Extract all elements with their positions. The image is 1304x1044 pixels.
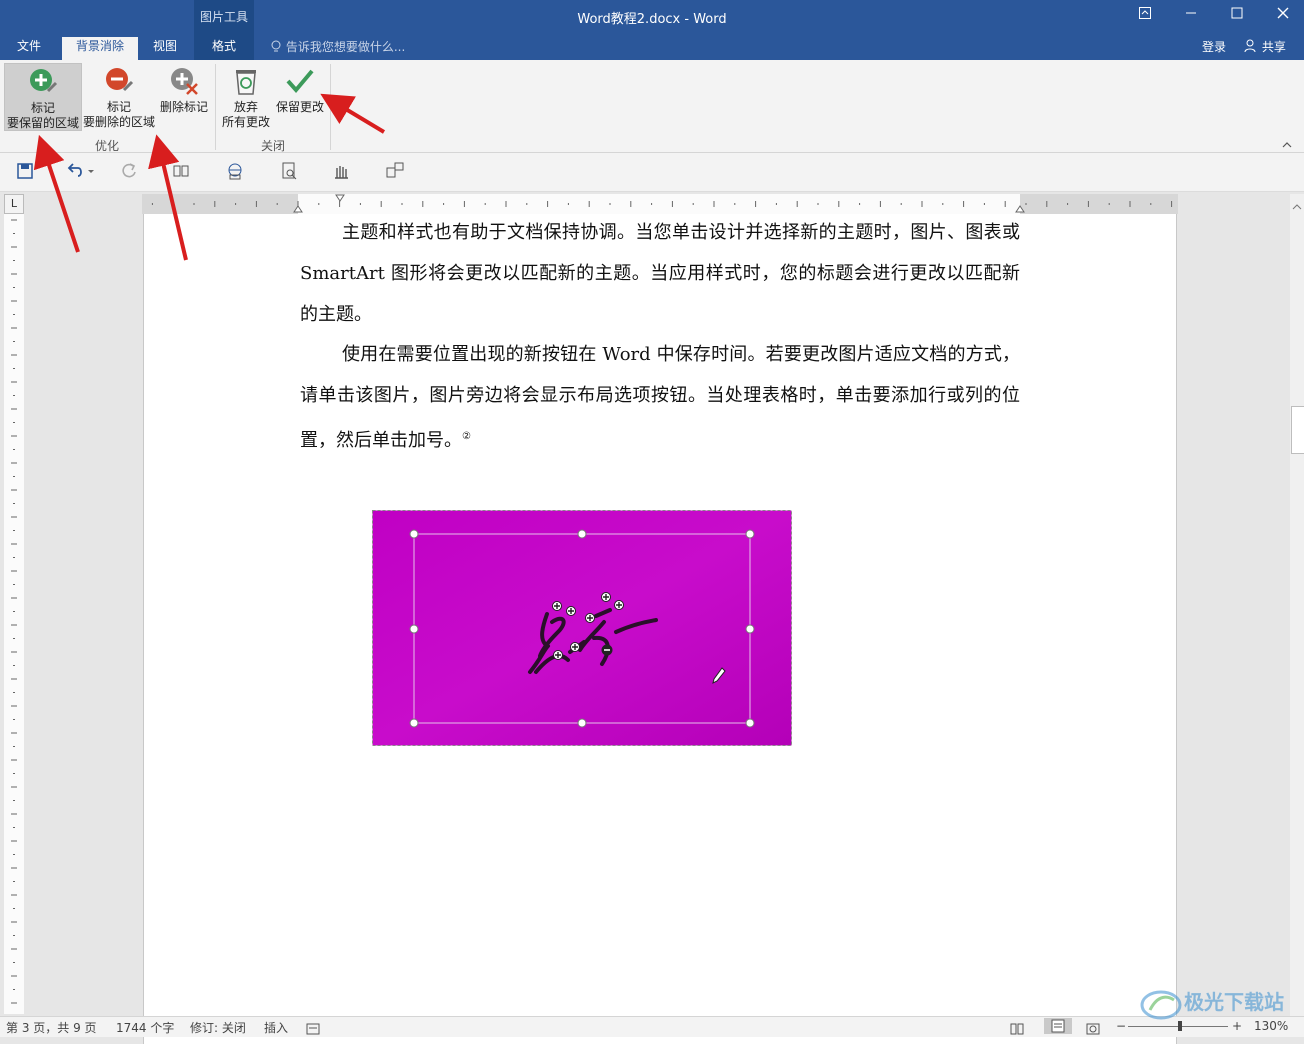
undo-icon[interactable] <box>64 160 94 184</box>
group-separator <box>330 64 331 150</box>
watermark-logo-icon <box>1140 990 1182 1020</box>
delete-mark-icon <box>171 68 198 95</box>
vertical-ruler-ticks <box>11 219 17 1004</box>
read-mode-view-icon[interactable] <box>1010 1020 1024 1039</box>
share-button[interactable]: 共享 <box>1244 38 1286 55</box>
tab-selector[interactable]: L <box>4 194 24 214</box>
tell-me-placeholder: 告诉我您想要做什么... <box>285 40 406 54</box>
mark-remove-line1: 标记 <box>106 100 131 114</box>
track-changes-status[interactable]: 修订: 关闭 <box>190 1019 246 1036</box>
delete-mark-button[interactable]: 删除标记 <box>158 63 210 129</box>
vertical-scrollbar[interactable] <box>1290 194 1304 1016</box>
recycle-bin-icon <box>236 70 256 95</box>
mark-keep-line2: 要保留的区域 <box>6 116 79 130</box>
page-count[interactable]: 第 3 页，共 9 页 <box>6 1019 97 1036</box>
scroll-up-icon[interactable] <box>1292 196 1302 215</box>
delete-mark-label: 删除标记 <box>159 100 208 114</box>
paragraph-2-text: 使用在需要位置出现的新按钮在 Word 中保存时间。若要更改图片适应文档的方式，… <box>300 344 1020 451</box>
close-icon[interactable] <box>1268 6 1298 26</box>
touch-mode-icon[interactable] <box>330 160 354 184</box>
macro-icon[interactable] <box>306 1020 320 1039</box>
share-label: 共享 <box>1261 40 1286 54</box>
mark-remove-line2: 要删除的区域 <box>82 115 155 129</box>
footnote-mark: ② <box>462 431 471 442</box>
watermark-text: 极光下载站 <box>1184 990 1284 1014</box>
window-title: Word教程2.docx - Word <box>577 12 727 27</box>
keep-changes-label: 保留更改 <box>275 100 324 114</box>
tell-me-box[interactable]: 告诉我您想要做什么... <box>270 38 405 55</box>
first-line-indent-marker <box>335 194 345 202</box>
customize-icon[interactable] <box>384 160 408 184</box>
scroll-thumb[interactable] <box>1291 406 1304 454</box>
mark-remove-icon <box>106 68 134 92</box>
area-markers <box>552 592 624 660</box>
read-mode-icon[interactable] <box>170 160 194 184</box>
checkmark-icon <box>286 69 314 94</box>
paragraph-1[interactable]: 主题和样式也有助于文档保持协调。当您单击设计并选择新的主题时，图片、图表或 Sm… <box>300 212 1020 335</box>
tab-format[interactable]: 格式 <box>200 37 248 60</box>
discard-line2: 所有更改 <box>221 115 270 129</box>
tab-file[interactable]: 文件 <box>8 37 50 60</box>
tab-background-removal[interactable]: 背景消除 <box>62 37 138 60</box>
person-icon <box>1244 39 1262 54</box>
discard-all-changes-button[interactable]: 放弃 所有更改 <box>220 63 272 129</box>
quick-access-toolbar <box>0 153 1304 192</box>
minimize-icon[interactable] <box>1176 6 1206 26</box>
watermark: 极光下载站 <box>1140 982 1290 1026</box>
discard-line1: 放弃 <box>233 100 258 114</box>
web-layout-icon[interactable] <box>224 160 248 184</box>
group-label-refine: 优化 <box>94 139 119 153</box>
mark-keep-line1: 标记 <box>30 101 55 115</box>
mark-areas-to-remove-button[interactable]: 标记 要删除的区域 <box>82 63 156 129</box>
print-layout-view-icon[interactable] <box>1044 1018 1072 1034</box>
keep-changes-button[interactable]: 保留更改 <box>274 63 326 129</box>
lightbulb-icon <box>270 40 286 54</box>
mark-areas-to-keep-button[interactable]: 标记 要保留的区域 <box>4 63 82 131</box>
print-preview-icon[interactable] <box>278 160 302 184</box>
group-label-close: 关闭 <box>260 139 285 153</box>
web-layout-view-icon[interactable] <box>1086 1020 1100 1039</box>
word-count[interactable]: 1744 个字 <box>116 1019 174 1036</box>
login-link[interactable]: 登录 <box>1202 38 1226 55</box>
paragraph-2[interactable]: 使用在需要位置出现的新按钮在 Word 中保存时间。若要更改图片适应文档的方式，… <box>300 334 1020 461</box>
insert-mode[interactable]: 插入 <box>264 1019 288 1036</box>
tab-view[interactable]: 视图 <box>146 37 184 60</box>
save-icon[interactable] <box>14 160 38 184</box>
pencil-cursor-icon <box>712 666 726 688</box>
group-separator <box>215 64 216 150</box>
mark-keep-icon <box>30 69 58 93</box>
redo-icon[interactable] <box>118 160 142 184</box>
ribbon-display-options-icon[interactable] <box>1130 6 1160 26</box>
picture[interactable] <box>372 510 792 746</box>
collapse-ribbon-icon[interactable] <box>1282 138 1292 152</box>
zoom-out-button[interactable]: − <box>1116 1019 1126 1033</box>
horizontal-ruler-ticks <box>151 194 1173 213</box>
maximize-icon[interactable] <box>1222 6 1252 26</box>
